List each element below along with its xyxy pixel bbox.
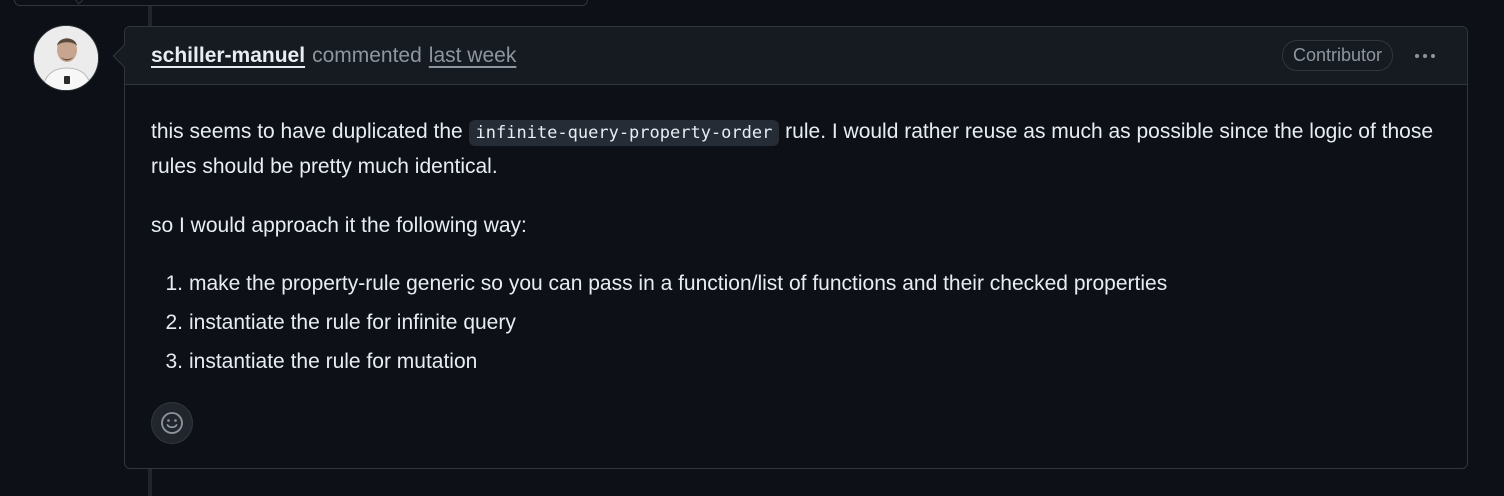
avatar-image [34,26,98,90]
kebab-horizontal-icon[interactable] [1409,44,1441,68]
kebab-dot [1431,53,1435,58]
add-reaction-button[interactable] [151,402,193,444]
contributor-badge: Contributor [1281,40,1393,71]
steps-list: 1. make the property-rule generic so you… [151,264,1441,381]
list-item-text: make the property-rule generic so you ca… [189,272,1168,295]
kebab-dot [1423,53,1427,58]
list-item: 2. instantiate the rule for infinite que… [151,303,1441,342]
header-actions: Contributor [1281,40,1441,71]
comment-header: schiller-manuel commented last week Cont… [125,27,1467,85]
paragraph-text: this seems to have duplicated the [151,120,469,143]
comment-action: commented [312,43,422,67]
comment-body: this seems to have duplicated the infini… [125,85,1467,381]
previous-item-box [14,0,588,6]
comment-paragraph: this seems to have duplicated the infini… [151,115,1441,183]
comment-paragraph: so I would approach it the following way… [151,214,527,237]
kebab-dot [1415,53,1419,58]
avatar[interactable] [33,25,99,91]
timestamp-link[interactable]: last week [429,44,517,68]
list-item-number: 1. [165,272,183,295]
previous-item-caret [67,0,91,5]
comment-box: schiller-manuel commented last week Cont… [124,26,1468,469]
list-item-text: instantiate the rule for infinite query [189,311,516,334]
smiley-icon [161,412,183,434]
list-item-text: instantiate the rule for mutation [189,350,478,373]
list-item-number: 2. [165,311,183,334]
inline-code: infinite-query-property-order [468,120,780,146]
author-link[interactable]: schiller-manuel [151,44,305,68]
list-item-number: 3. [165,350,183,373]
list-item: 1. make the property-rule generic so you… [151,264,1441,303]
list-item: 3. instantiate the rule for mutation [151,342,1441,381]
